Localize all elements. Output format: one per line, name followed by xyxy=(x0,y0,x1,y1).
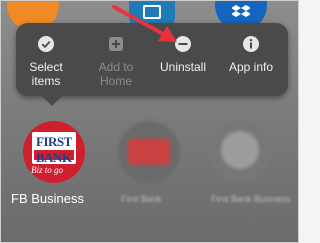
add-to-home-option[interactable]: Add to Home xyxy=(86,23,146,96)
select-items-label: Select items xyxy=(29,60,63,88)
select-items-option[interactable]: Select items xyxy=(16,23,76,96)
logo-text: FIRST BANK xyxy=(36,134,72,165)
uninstall-label: Uninstall xyxy=(159,60,207,74)
minus-circle-icon xyxy=(175,36,191,52)
dropbox-icon xyxy=(232,5,250,17)
card-icon xyxy=(128,139,170,165)
app-info-option[interactable]: App info xyxy=(221,23,281,96)
logo-tagline: Biz to go xyxy=(31,165,64,175)
add-to-home-label: Add to Home xyxy=(98,60,134,88)
first-bank-logo: FIRST BANK xyxy=(32,132,76,165)
first-bank-business-label: First Bank Business xyxy=(211,194,291,204)
fb-business-label: FB Business xyxy=(11,191,84,206)
menu-pointer xyxy=(42,96,62,106)
add-box-icon xyxy=(109,37,123,51)
first-bank-business-app-icon[interactable] xyxy=(209,121,271,183)
circle-logo-icon xyxy=(221,131,259,169)
first-bank-app-icon[interactable] xyxy=(118,121,180,183)
info-circle-icon xyxy=(243,36,259,52)
fb-business-app-icon[interactable]: FIRST BANK Biz to go xyxy=(23,121,85,183)
first-bank-label: First Bank xyxy=(121,194,162,204)
check-circle-icon xyxy=(38,36,54,52)
app-context-menu: Select items Add to Home Uninstall App i… xyxy=(16,23,288,96)
uninstall-option[interactable]: Uninstall xyxy=(151,23,215,96)
home-screen: Select items Add to Home Uninstall App i… xyxy=(0,0,299,243)
screen-icon xyxy=(143,5,161,19)
app-info-label: App info xyxy=(228,60,274,74)
